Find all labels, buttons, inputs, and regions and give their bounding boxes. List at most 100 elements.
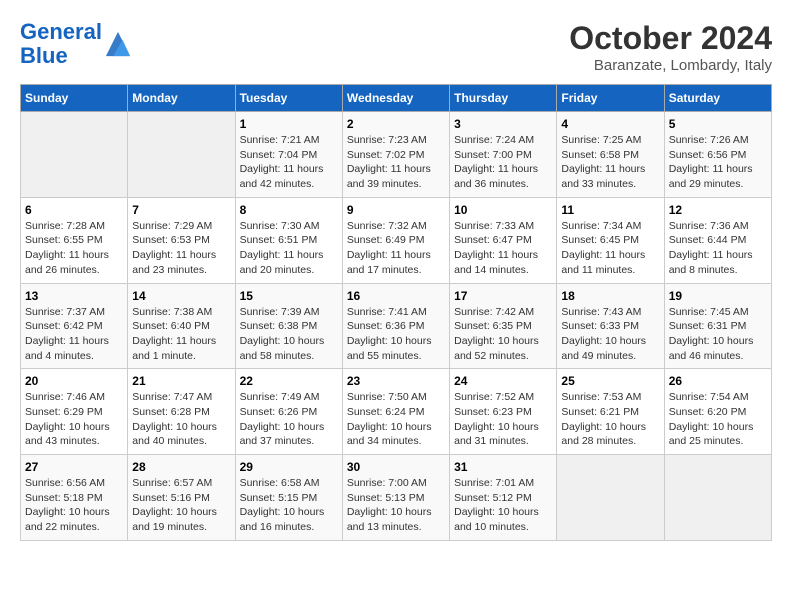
sunrise-text: Sunrise: 7:47 AM bbox=[132, 391, 212, 403]
day-number: 23 bbox=[347, 374, 445, 388]
calendar-cell: 27 Sunrise: 6:56 AM Sunset: 5:18 PM Dayl… bbox=[21, 455, 128, 541]
day-info: Sunrise: 7:24 AM Sunset: 7:00 PM Dayligh… bbox=[454, 133, 552, 192]
calendar-cell bbox=[128, 112, 235, 198]
weekday-header-saturday: Saturday bbox=[664, 85, 771, 112]
sunrise-text: Sunrise: 7:26 AM bbox=[669, 134, 749, 146]
calendar-cell: 21 Sunrise: 7:47 AM Sunset: 6:28 PM Dayl… bbox=[128, 369, 235, 455]
calendar-cell: 8 Sunrise: 7:30 AM Sunset: 6:51 PM Dayli… bbox=[235, 197, 342, 283]
daylight-text: Daylight: 11 hours and 42 minutes. bbox=[240, 163, 324, 190]
sunset-text: Sunset: 7:02 PM bbox=[347, 149, 425, 161]
day-info: Sunrise: 7:00 AM Sunset: 5:13 PM Dayligh… bbox=[347, 476, 445, 535]
day-number: 31 bbox=[454, 460, 552, 474]
day-info: Sunrise: 7:50 AM Sunset: 6:24 PM Dayligh… bbox=[347, 390, 445, 449]
calendar-cell: 13 Sunrise: 7:37 AM Sunset: 6:42 PM Dayl… bbox=[21, 283, 128, 369]
daylight-text: Daylight: 11 hours and 14 minutes. bbox=[454, 249, 538, 276]
day-number: 4 bbox=[561, 117, 659, 131]
day-info: Sunrise: 7:23 AM Sunset: 7:02 PM Dayligh… bbox=[347, 133, 445, 192]
page-header: General Blue October 2024 Baranzate, Lom… bbox=[20, 20, 772, 74]
day-info: Sunrise: 7:38 AM Sunset: 6:40 PM Dayligh… bbox=[132, 305, 230, 364]
calendar-cell: 1 Sunrise: 7:21 AM Sunset: 7:04 PM Dayli… bbox=[235, 112, 342, 198]
sunset-text: Sunset: 6:45 PM bbox=[561, 234, 639, 246]
sunrise-text: Sunrise: 7:54 AM bbox=[669, 391, 749, 403]
daylight-text: Daylight: 10 hours and 22 minutes. bbox=[25, 506, 110, 533]
daylight-text: Daylight: 10 hours and 19 minutes. bbox=[132, 506, 217, 533]
title-block: October 2024 Baranzate, Lombardy, Italy bbox=[569, 20, 772, 74]
sunrise-text: Sunrise: 7:23 AM bbox=[347, 134, 427, 146]
day-info: Sunrise: 7:01 AM Sunset: 5:12 PM Dayligh… bbox=[454, 476, 552, 535]
logo-blue: Blue bbox=[20, 43, 68, 68]
daylight-text: Daylight: 10 hours and 43 minutes. bbox=[25, 421, 110, 448]
sunrise-text: Sunrise: 7:33 AM bbox=[454, 220, 534, 232]
day-info: Sunrise: 6:58 AM Sunset: 5:15 PM Dayligh… bbox=[240, 476, 338, 535]
sunrise-text: Sunrise: 7:46 AM bbox=[25, 391, 105, 403]
calendar-cell: 30 Sunrise: 7:00 AM Sunset: 5:13 PM Dayl… bbox=[342, 455, 449, 541]
day-info: Sunrise: 7:53 AM Sunset: 6:21 PM Dayligh… bbox=[561, 390, 659, 449]
calendar-header-row: SundayMondayTuesdayWednesdayThursdayFrid… bbox=[21, 85, 772, 112]
day-info: Sunrise: 7:37 AM Sunset: 6:42 PM Dayligh… bbox=[25, 305, 123, 364]
sunrise-text: Sunrise: 7:28 AM bbox=[25, 220, 105, 232]
calendar-cell: 7 Sunrise: 7:29 AM Sunset: 6:53 PM Dayli… bbox=[128, 197, 235, 283]
day-info: Sunrise: 7:54 AM Sunset: 6:20 PM Dayligh… bbox=[669, 390, 767, 449]
daylight-text: Daylight: 11 hours and 39 minutes. bbox=[347, 163, 431, 190]
sunrise-text: Sunrise: 7:32 AM bbox=[347, 220, 427, 232]
calendar-week-row: 20 Sunrise: 7:46 AM Sunset: 6:29 PM Dayl… bbox=[21, 369, 772, 455]
sunrise-text: Sunrise: 7:25 AM bbox=[561, 134, 641, 146]
day-number: 14 bbox=[132, 289, 230, 303]
weekday-header-monday: Monday bbox=[128, 85, 235, 112]
sunset-text: Sunset: 6:21 PM bbox=[561, 406, 639, 418]
day-info: Sunrise: 7:52 AM Sunset: 6:23 PM Dayligh… bbox=[454, 390, 552, 449]
day-info: Sunrise: 7:49 AM Sunset: 6:26 PM Dayligh… bbox=[240, 390, 338, 449]
day-info: Sunrise: 7:47 AM Sunset: 6:28 PM Dayligh… bbox=[132, 390, 230, 449]
sunset-text: Sunset: 6:53 PM bbox=[132, 234, 210, 246]
sunset-text: Sunset: 6:47 PM bbox=[454, 234, 532, 246]
daylight-text: Daylight: 10 hours and 16 minutes. bbox=[240, 506, 325, 533]
calendar-cell bbox=[21, 112, 128, 198]
daylight-text: Daylight: 10 hours and 28 minutes. bbox=[561, 421, 646, 448]
sunset-text: Sunset: 7:00 PM bbox=[454, 149, 532, 161]
calendar-cell: 29 Sunrise: 6:58 AM Sunset: 5:15 PM Dayl… bbox=[235, 455, 342, 541]
calendar-cell bbox=[664, 455, 771, 541]
daylight-text: Daylight: 10 hours and 46 minutes. bbox=[669, 335, 754, 362]
sunrise-text: Sunrise: 7:01 AM bbox=[454, 477, 534, 489]
sunset-text: Sunset: 6:55 PM bbox=[25, 234, 103, 246]
calendar-cell: 3 Sunrise: 7:24 AM Sunset: 7:00 PM Dayli… bbox=[450, 112, 557, 198]
sunrise-text: Sunrise: 7:30 AM bbox=[240, 220, 320, 232]
sunrise-text: Sunrise: 7:53 AM bbox=[561, 391, 641, 403]
day-number: 25 bbox=[561, 374, 659, 388]
calendar-cell: 16 Sunrise: 7:41 AM Sunset: 6:36 PM Dayl… bbox=[342, 283, 449, 369]
calendar-week-row: 13 Sunrise: 7:37 AM Sunset: 6:42 PM Dayl… bbox=[21, 283, 772, 369]
sunset-text: Sunset: 6:36 PM bbox=[347, 320, 425, 332]
day-number: 22 bbox=[240, 374, 338, 388]
calendar-cell: 19 Sunrise: 7:45 AM Sunset: 6:31 PM Dayl… bbox=[664, 283, 771, 369]
day-number: 24 bbox=[454, 374, 552, 388]
sunrise-text: Sunrise: 7:41 AM bbox=[347, 306, 427, 318]
day-number: 18 bbox=[561, 289, 659, 303]
calendar-cell: 25 Sunrise: 7:53 AM Sunset: 6:21 PM Dayl… bbox=[557, 369, 664, 455]
sunset-text: Sunset: 6:58 PM bbox=[561, 149, 639, 161]
day-number: 6 bbox=[25, 203, 123, 217]
daylight-text: Daylight: 11 hours and 17 minutes. bbox=[347, 249, 431, 276]
day-number: 27 bbox=[25, 460, 123, 474]
logo: General Blue bbox=[20, 20, 132, 68]
sunrise-text: Sunrise: 7:50 AM bbox=[347, 391, 427, 403]
day-number: 11 bbox=[561, 203, 659, 217]
day-number: 16 bbox=[347, 289, 445, 303]
sunrise-text: Sunrise: 6:57 AM bbox=[132, 477, 212, 489]
day-number: 2 bbox=[347, 117, 445, 131]
calendar-cell: 28 Sunrise: 6:57 AM Sunset: 5:16 PM Dayl… bbox=[128, 455, 235, 541]
sunset-text: Sunset: 6:42 PM bbox=[25, 320, 103, 332]
sunset-text: Sunset: 5:13 PM bbox=[347, 492, 425, 504]
daylight-text: Daylight: 11 hours and 26 minutes. bbox=[25, 249, 109, 276]
sunrise-text: Sunrise: 7:38 AM bbox=[132, 306, 212, 318]
logo-general: General bbox=[20, 19, 102, 44]
daylight-text: Daylight: 11 hours and 23 minutes. bbox=[132, 249, 216, 276]
day-info: Sunrise: 7:46 AM Sunset: 6:29 PM Dayligh… bbox=[25, 390, 123, 449]
day-number: 5 bbox=[669, 117, 767, 131]
sunset-text: Sunset: 6:26 PM bbox=[240, 406, 318, 418]
day-info: Sunrise: 7:26 AM Sunset: 6:56 PM Dayligh… bbox=[669, 133, 767, 192]
sunset-text: Sunset: 6:28 PM bbox=[132, 406, 210, 418]
day-info: Sunrise: 7:36 AM Sunset: 6:44 PM Dayligh… bbox=[669, 219, 767, 278]
calendar-cell: 10 Sunrise: 7:33 AM Sunset: 6:47 PM Dayl… bbox=[450, 197, 557, 283]
sunrise-text: Sunrise: 7:42 AM bbox=[454, 306, 534, 318]
day-info: Sunrise: 6:57 AM Sunset: 5:16 PM Dayligh… bbox=[132, 476, 230, 535]
